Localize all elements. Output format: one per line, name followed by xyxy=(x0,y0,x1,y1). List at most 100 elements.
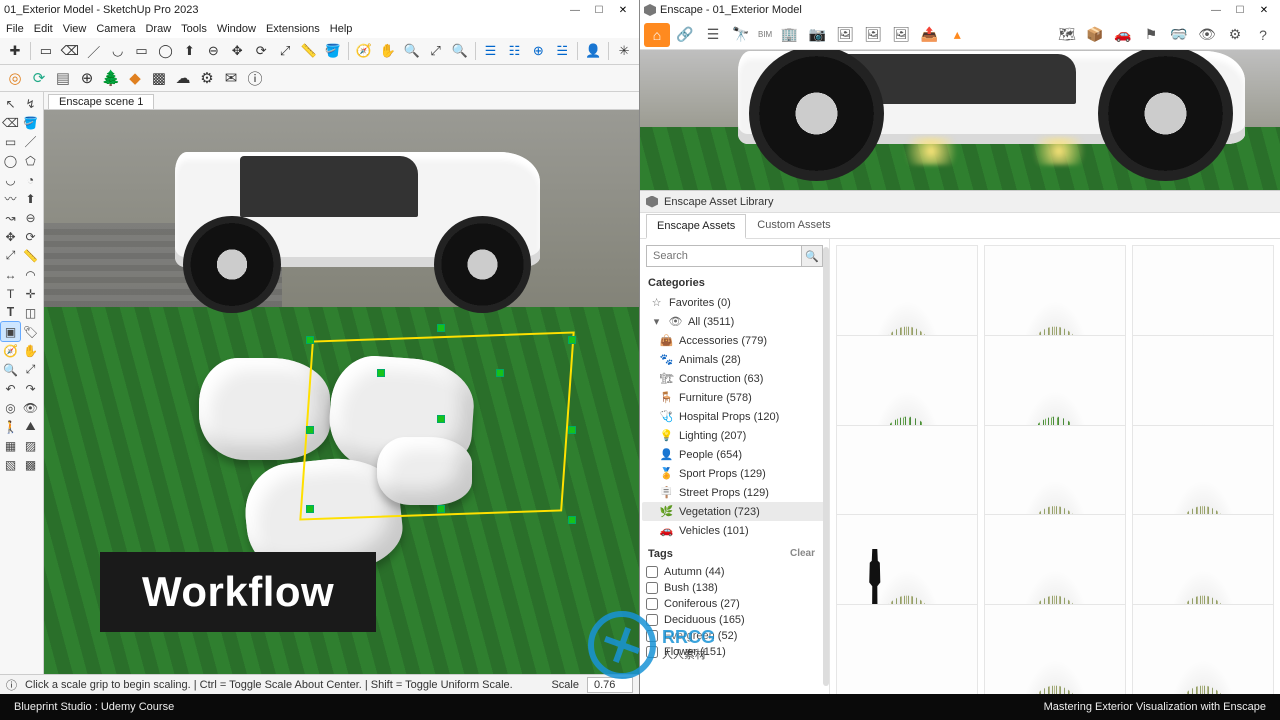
cat-item[interactable]: 👤People (654) xyxy=(642,445,827,464)
new-icon[interactable]: ✚ xyxy=(4,40,26,62)
vt-circle-icon[interactable]: ◯ xyxy=(1,151,20,170)
enscape-car-icon[interactable]: 🚗 xyxy=(1110,23,1136,47)
vt-walk-icon[interactable]: 🚶 xyxy=(1,417,20,436)
asset-library-titlebar[interactable]: Enscape Asset Library xyxy=(640,191,1280,213)
tag-item[interactable]: Coniferous (27) xyxy=(646,596,823,612)
arc-icon[interactable]: ◡ xyxy=(107,40,129,62)
vt-s3-icon[interactable]: ▧ xyxy=(1,455,20,474)
vt-rect-icon[interactable]: ▭ xyxy=(1,132,20,151)
vt-scale-icon[interactable]: ⤢ xyxy=(1,246,20,265)
enscape-camera-icon[interactable]: 📷 xyxy=(804,23,830,47)
pushpull-icon[interactable]: ⬆ xyxy=(178,40,200,62)
menu-edit[interactable]: Edit xyxy=(34,23,53,35)
ext1-icon[interactable]: ◎ xyxy=(4,67,26,89)
vt-select-icon[interactable]: ↖ xyxy=(1,94,20,113)
cat-item[interactable]: 🏗Construction (63) xyxy=(642,369,827,388)
vt-lasso-icon[interactable]: ↯ xyxy=(21,94,40,113)
ext2-icon[interactable]: ⟳ xyxy=(28,67,50,89)
vt-3dtext-icon[interactable]: 𝐓 xyxy=(1,303,20,322)
move-icon[interactable]: ✥ xyxy=(226,40,248,62)
cat-item[interactable]: 🏅Sport Props (129) xyxy=(642,464,827,483)
vt-look-icon[interactable]: 👁 xyxy=(21,398,40,417)
vt-protr-icon[interactable]: ◠ xyxy=(21,265,40,284)
vt-follow-icon[interactable]: ↝ xyxy=(1,208,20,227)
enscape-export3-icon[interactable]: 🖼 xyxy=(888,23,914,47)
enscape-eye-icon[interactable]: 👁 xyxy=(1194,23,1220,47)
tag-checkbox[interactable] xyxy=(646,614,658,626)
cat-item[interactable]: 🚗Vehicles (101) xyxy=(642,521,827,540)
enscape-stack-icon[interactable]: ☰ xyxy=(480,40,502,62)
vt-tag-icon[interactable]: 🏷 xyxy=(21,322,40,341)
vt-pos-icon[interactable]: ◎ xyxy=(1,398,20,417)
vt-paint-icon[interactable]: 🪣 xyxy=(21,113,40,132)
enscape-up-icon[interactable]: ▴ xyxy=(944,23,970,47)
zoom-icon[interactable]: 🔍 xyxy=(401,40,423,62)
sketchup-viewport[interactable]: Workflow xyxy=(44,110,639,674)
cat-favorites[interactable]: ☆Favorites (0) xyxy=(642,293,827,312)
tags-clear[interactable]: Clear xyxy=(790,548,815,559)
minimize-icon[interactable]: — xyxy=(563,2,587,18)
vt-sand-icon[interactable]: ⛰ xyxy=(21,417,40,436)
vt-sect-icon[interactable]: ◫ xyxy=(21,303,40,322)
ext-tree-icon[interactable]: 🌲 xyxy=(100,67,122,89)
en-minimize-icon[interactable]: — xyxy=(1204,2,1228,18)
menu-draw[interactable]: Draw xyxy=(145,23,171,35)
vt-dim-icon[interactable]: ↔ xyxy=(1,265,20,284)
ext3-icon[interactable]: ▤ xyxy=(52,67,74,89)
enscape-layers-icon[interactable]: ☷ xyxy=(503,40,525,62)
orbit-icon[interactable]: 🧭 xyxy=(353,40,375,62)
vt-s2-icon[interactable]: ▨ xyxy=(21,436,40,455)
menu-extensions[interactable]: Extensions xyxy=(266,23,320,35)
close-icon[interactable]: ✕ xyxy=(611,2,635,18)
rect-icon[interactable]: ▭ xyxy=(131,40,153,62)
ext4-icon[interactable]: ⊕ xyxy=(76,67,98,89)
vt-prev-icon[interactable]: ↶ xyxy=(1,379,20,398)
cat-item[interactable]: 💡Lighting (207) xyxy=(642,426,827,445)
vt-s1-icon[interactable]: ▦ xyxy=(1,436,20,455)
ext-info-icon[interactable]: ⓘ xyxy=(244,67,266,89)
pan-icon[interactable]: ✋ xyxy=(377,40,399,62)
vt-s4-icon[interactable]: ▩ xyxy=(21,455,40,474)
enscape-export2-icon[interactable]: 🖼 xyxy=(860,23,886,47)
cat-item[interactable]: 🩺Hospital Props (120) xyxy=(642,407,827,426)
enscape-settings-icon[interactable]: ⚙ xyxy=(1222,23,1248,47)
cat-all[interactable]: ▾👁All (3511) xyxy=(642,312,827,331)
vt-tape-icon[interactable]: 📏 xyxy=(21,246,40,265)
tag-checkbox[interactable] xyxy=(646,646,658,658)
enscape-vr-icon[interactable]: 🥽 xyxy=(1166,23,1192,47)
vt-text-icon[interactable]: T xyxy=(1,284,20,303)
en-close-icon[interactable]: ✕ xyxy=(1252,2,1276,18)
enscape-link-icon[interactable]: 🔗 xyxy=(672,23,698,47)
ext-mail-icon[interactable]: ✉ xyxy=(220,67,242,89)
vt-push-icon[interactable]: ⬆ xyxy=(21,189,40,208)
scale-icon[interactable]: ⤢ xyxy=(274,40,296,62)
enscape-building-icon[interactable]: 🏢 xyxy=(776,23,802,47)
extra-icon[interactable]: ✳ xyxy=(613,40,635,62)
enscape-binoc-icon[interactable]: 🔭 xyxy=(728,23,754,47)
menu-camera[interactable]: Camera xyxy=(96,23,135,35)
enscape-map-icon[interactable]: 🗺 xyxy=(1054,23,1080,47)
cat-item[interactable]: 🌿Vegetation (723) xyxy=(642,502,827,521)
vt-offset-icon[interactable]: ⊖ xyxy=(21,208,40,227)
vt-orbit-icon[interactable]: 🧭 xyxy=(1,341,20,360)
asset-grid[interactable] xyxy=(830,239,1280,694)
paint-icon[interactable]: 🪣 xyxy=(322,40,344,62)
vt-zoom-icon[interactable]: 🔍 xyxy=(1,360,20,379)
maximize-icon[interactable]: ☐ xyxy=(587,2,611,18)
tag-checkbox[interactable] xyxy=(646,582,658,594)
enscape-bim-label[interactable]: BIM xyxy=(758,30,772,39)
asset-thumb[interactable] xyxy=(1132,604,1274,694)
ext-checker-icon[interactable]: ▩ xyxy=(148,67,170,89)
offset-icon[interactable]: ⊖ xyxy=(202,40,224,62)
tag-item[interactable]: Evergreen (52) xyxy=(646,628,823,644)
vt-move-icon[interactable]: ✥ xyxy=(1,227,20,246)
enscape-list-icon[interactable]: ☰ xyxy=(700,23,726,47)
vt-poly-icon[interactable]: ⬠ xyxy=(21,151,40,170)
tag-item[interactable]: Bush (138) xyxy=(646,580,823,596)
tag-item[interactable]: Autumn (44) xyxy=(646,564,823,580)
tag-checkbox[interactable] xyxy=(646,630,658,642)
vt-eraser-icon[interactable]: ⌫ xyxy=(1,113,20,132)
cat-item[interactable]: 👜Accessories (779) xyxy=(642,331,827,350)
vt-pan-icon[interactable]: ✋ xyxy=(21,341,40,360)
vt-next-icon[interactable]: ↷ xyxy=(21,379,40,398)
